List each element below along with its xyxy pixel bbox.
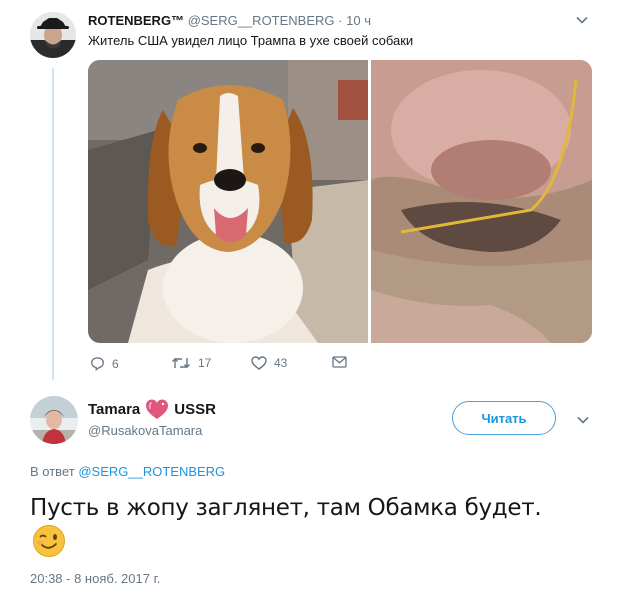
tweet-text: Житель США увидел лицо Трампа в ухе свое…	[88, 33, 414, 48]
dog-ear-photo[interactable]	[371, 60, 592, 343]
avatar[interactable]	[30, 12, 76, 58]
tweet-actions: 6 17 43	[88, 356, 388, 378]
thread-line	[52, 68, 54, 380]
like-count: 43	[274, 356, 288, 370]
user-avatar-image	[30, 396, 78, 444]
tweet-text: Пусть в жопу заглянет, там Обамка будет.	[30, 495, 542, 521]
tweet-time[interactable]: 10 ч	[346, 13, 371, 28]
heart-icon	[251, 356, 267, 370]
avatar[interactable]	[30, 396, 78, 444]
author-handle[interactable]: @RusakovaTamara	[88, 423, 202, 438]
sparkling-heart-icon	[146, 399, 169, 419]
author-name[interactable]: ROTENBERG™	[88, 13, 184, 28]
reply-mention-link[interactable]: @SERG__ROTENBERG	[78, 464, 225, 479]
reply-prefix: В ответ	[30, 464, 75, 479]
tweet-media[interactable]	[88, 60, 592, 343]
user-avatar-image	[30, 12, 76, 58]
author-handle[interactable]: @SERG__ROTENBERG	[188, 13, 335, 28]
retweet-icon	[172, 358, 190, 368]
separator-dot: ·	[338, 13, 343, 28]
tweet-timestamp[interactable]: 20:38 - 8 нояб. 2017 г.	[30, 571, 160, 586]
retweet-action[interactable]: 17	[171, 356, 211, 370]
dog-photo[interactable]	[88, 60, 368, 343]
chevron-down-icon[interactable]	[577, 412, 589, 427]
reply-icon	[91, 357, 104, 371]
follow-button[interactable]: Читать	[452, 401, 556, 435]
reply-context: В ответ @SERG__ROTENBERG	[30, 464, 225, 479]
chevron-down-icon[interactable]	[576, 12, 588, 27]
author-last-name: USSR	[174, 400, 216, 418]
retweet-count: 17	[198, 356, 212, 370]
reply-action[interactable]: 6	[90, 356, 119, 371]
tweet-header: ROTENBERG™ @SERG__ROTENBERG · 10 ч	[88, 13, 371, 28]
author-name[interactable]: Tamara USSR	[88, 398, 216, 420]
author-first-name: Tamara	[88, 400, 141, 418]
direct-message-action[interactable]	[332, 356, 347, 368]
envelope-icon	[332, 356, 347, 368]
reply-count: 6	[112, 356, 119, 371]
like-action[interactable]: 43	[251, 356, 287, 370]
winking-face-icon	[33, 525, 65, 557]
